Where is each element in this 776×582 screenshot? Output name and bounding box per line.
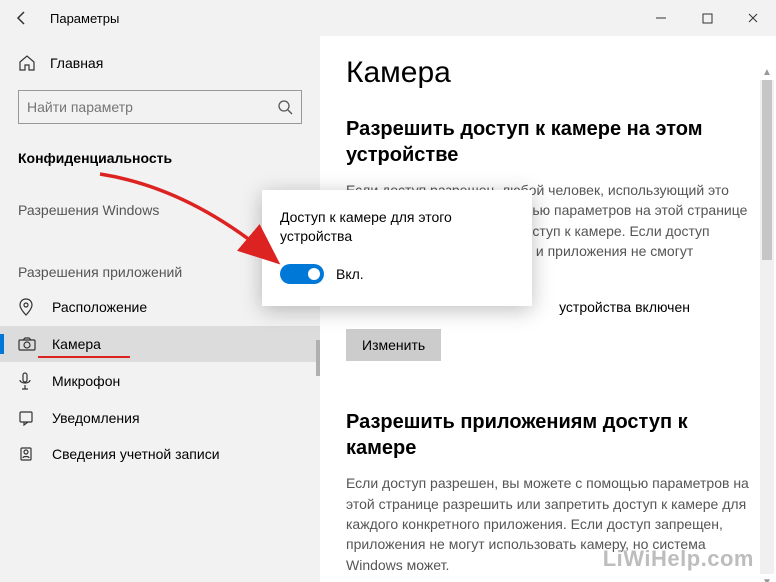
maximize-icon xyxy=(702,13,713,24)
popup-title: Доступ к камере для этого устройства xyxy=(280,208,514,246)
content-scrollbar[interactable]: ▲ ▼ xyxy=(760,80,774,574)
notifications-icon xyxy=(18,410,36,426)
search-icon xyxy=(277,99,293,115)
nav-home-label: Главная xyxy=(50,55,103,71)
change-button[interactable]: Изменить xyxy=(346,329,441,361)
account-icon xyxy=(18,446,36,462)
nav-home[interactable]: Главная xyxy=(0,46,320,80)
sidebar-item-label: Расположение xyxy=(52,299,147,315)
section-allow-device: Разрешить доступ к камере на этом устрой… xyxy=(346,116,750,168)
close-icon xyxy=(747,12,759,24)
back-button[interactable] xyxy=(0,0,44,36)
sidebar-item-label: Уведомления xyxy=(52,410,140,426)
camera-icon xyxy=(18,337,36,351)
home-icon xyxy=(18,54,36,72)
section-allow-apps: Разрешить приложениям доступ к камере xyxy=(346,409,750,461)
close-button[interactable] xyxy=(730,0,776,36)
sidebar-item-notifications[interactable]: Уведомления xyxy=(0,400,320,436)
sidebar-section-privacy: Конфиденциальность xyxy=(0,138,320,176)
sidebar-item-label: Микрофон xyxy=(52,373,120,389)
sidebar: Главная Конфиденциальность Разрешения Wi… xyxy=(0,36,320,582)
scroll-down-icon[interactable]: ▼ xyxy=(760,574,774,582)
device-access-toggle-label: Вкл. xyxy=(336,266,364,282)
sidebar-item-label: Сведения учетной записи xyxy=(52,446,220,462)
sidebar-item-account[interactable]: Сведения учетной записи xyxy=(0,436,320,472)
sidebar-item-microphone[interactable]: Микрофон xyxy=(0,362,320,400)
minimize-button[interactable] xyxy=(638,0,684,36)
camera-access-popup: Доступ к камере для этого устройства Вкл… xyxy=(262,190,532,306)
arrow-left-icon xyxy=(14,10,30,26)
titlebar: Параметры xyxy=(0,0,776,36)
watermark: LiWiHelp.com xyxy=(603,546,754,572)
scrollbar-thumb[interactable] xyxy=(762,80,772,260)
sidebar-item-camera[interactable]: Камера xyxy=(0,326,320,362)
maximize-button[interactable] xyxy=(684,0,730,36)
page-title: Камера xyxy=(346,56,750,90)
scroll-up-icon[interactable]: ▲ xyxy=(760,64,774,80)
microphone-icon xyxy=(18,372,36,390)
sidebar-item-label: Камера xyxy=(52,336,101,352)
search-box[interactable] xyxy=(18,90,302,124)
minimize-icon xyxy=(655,12,667,24)
annotation-underline xyxy=(38,356,130,358)
location-icon xyxy=(18,298,36,316)
search-input[interactable] xyxy=(27,99,277,115)
device-access-toggle[interactable] xyxy=(280,264,324,284)
content-pane: Камера Разрешить доступ к камере на этом… xyxy=(320,36,776,582)
window-title: Параметры xyxy=(50,11,119,26)
